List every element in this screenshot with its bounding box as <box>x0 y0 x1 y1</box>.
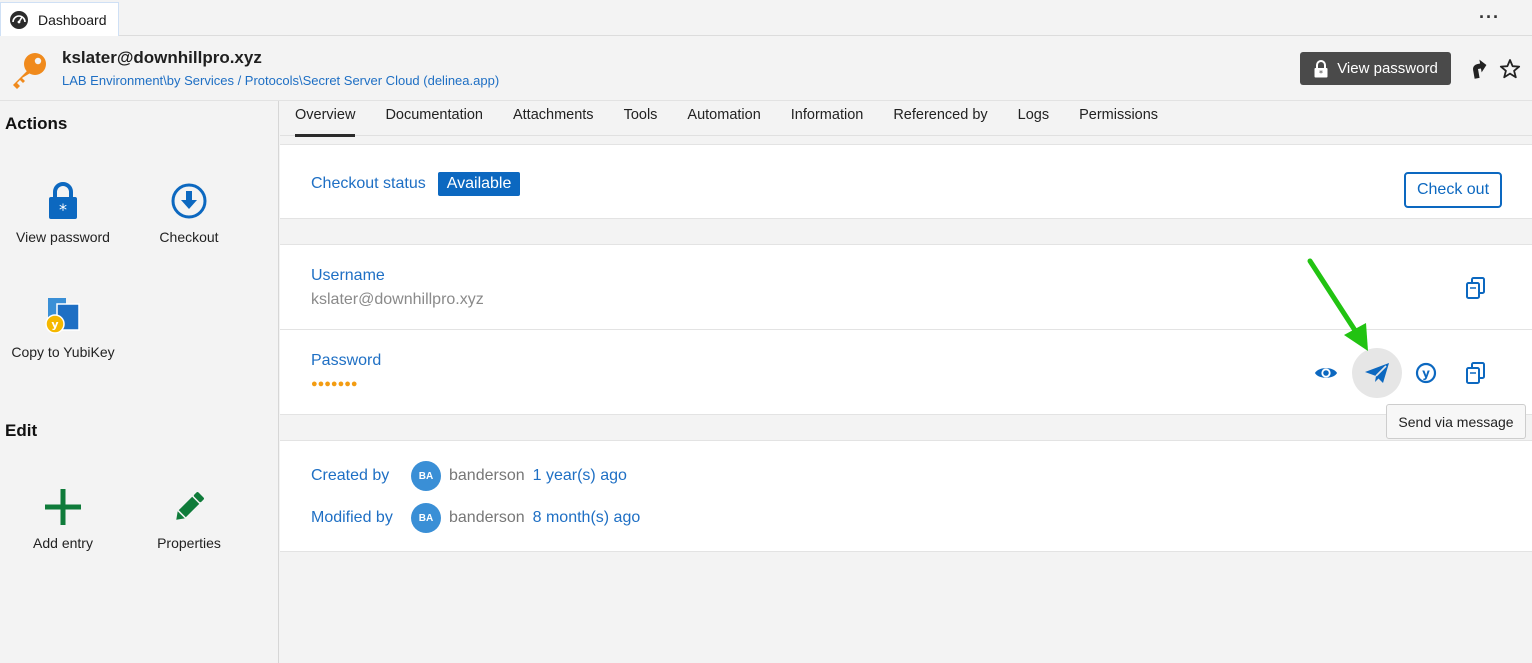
detail-tabs: Overview Documentation Attachments Tools… <box>280 101 1532 137</box>
tab-logs[interactable]: Logs <box>1018 101 1064 136</box>
created-by-label: Created by <box>311 467 390 484</box>
action-copy-to-yubikey[interactable]: y Copy to YubiKey <box>0 294 126 360</box>
yubikey-icon[interactable]: y <box>1414 361 1438 385</box>
dashboard-gauge-icon <box>10 10 28 29</box>
svg-text:*: * <box>59 200 67 219</box>
tab-dashboard-label: Dashboard <box>38 11 107 28</box>
lock-icon: * <box>1314 59 1328 78</box>
copy-username-icon[interactable] <box>1464 276 1488 300</box>
tab-attachments[interactable]: Attachments <box>513 101 609 136</box>
more-horizontal-icon[interactable]: ··· <box>1479 8 1500 26</box>
status-badge: Available <box>437 172 521 196</box>
tab-automation[interactable]: Automation <box>687 101 775 136</box>
entry-path-breadcrumb[interactable]: LAB Environment\by Services / Protocols\… <box>62 73 499 88</box>
download-circle-icon <box>171 183 207 219</box>
action-properties-label: Properties <box>157 535 221 551</box>
goto-arrow-icon[interactable] <box>1467 58 1489 80</box>
entry-title: kslater@downhillpro.xyz <box>62 48 262 67</box>
plus-icon <box>45 489 81 525</box>
metadata-card: Created by BA banderson 1 year(s) ago Mo… <box>280 440 1532 552</box>
action-view-password-label: View password <box>16 229 110 245</box>
modified-when: 8 month(s) ago <box>532 509 641 526</box>
view-password-button[interactable]: * View password <box>1300 52 1451 85</box>
annotation-arrow-icon <box>1307 258 1368 351</box>
copy-password-icon[interactable] <box>1464 361 1488 385</box>
tab-information[interactable]: Information <box>791 101 879 136</box>
modified-by-label: Modified by <box>311 509 393 526</box>
action-add-entry[interactable]: Add entry <box>0 485 126 551</box>
username-label: Username <box>311 267 385 284</box>
view-password-button-label: View password <box>1337 60 1438 77</box>
created-by-row: Created by BA banderson 1 year(s) ago <box>311 461 627 491</box>
tab-dashboard[interactable]: Dashboard <box>0 2 119 36</box>
action-checkout[interactable]: Checkout <box>126 179 252 245</box>
paper-plane-icon <box>1365 363 1389 383</box>
action-view-password[interactable]: * View password <box>0 179 126 245</box>
password-label: Password <box>311 352 382 369</box>
lock-asterisk-icon: * <box>49 182 77 219</box>
modified-by-row: Modified by BA banderson 8 month(s) ago <box>311 503 640 533</box>
main-content: Overview Documentation Attachments Tools… <box>280 101 1532 663</box>
tab-referenced-by[interactable]: Referenced by <box>893 101 1002 136</box>
send-via-message-tooltip: Send via message <box>1386 404 1526 439</box>
password-mask[interactable]: ●●●●●●● <box>311 378 358 390</box>
action-add-entry-label: Add entry <box>33 535 93 551</box>
tab-documentation[interactable]: Documentation <box>385 101 498 136</box>
actions-section-title: Actions <box>5 114 68 133</box>
entry-header: kslater@downhillpro.xyz LAB Environment\… <box>0 36 1532 101</box>
tab-permissions[interactable]: Permissions <box>1079 101 1173 136</box>
svg-text:y: y <box>1422 367 1430 381</box>
star-icon[interactable] <box>1499 58 1521 80</box>
checkout-card: Checkout status Available Check out <box>280 144 1532 219</box>
avatar: BA <box>411 461 441 491</box>
svg-text:*: * <box>1319 69 1323 78</box>
reveal-password-eye-icon[interactable] <box>1314 361 1338 385</box>
action-properties[interactable]: Properties <box>126 485 252 551</box>
edit-section-title: Edit <box>5 421 38 440</box>
tab-overview[interactable]: Overview <box>295 101 370 137</box>
tab-strip: Dashboard ··· <box>0 0 1532 36</box>
action-copy-to-yubikey-label: Copy to YubiKey <box>11 344 115 360</box>
pencil-icon <box>176 492 204 520</box>
created-by-user: banderson <box>449 467 525 484</box>
created-when: 1 year(s) ago <box>532 467 627 484</box>
action-checkout-label: Checkout <box>159 229 219 245</box>
svg-text:y: y <box>51 318 58 331</box>
yubikey-copy-icon: y <box>45 298 80 334</box>
checkout-status-label: Checkout status <box>311 175 426 192</box>
send-via-message-button[interactable] <box>1352 348 1402 398</box>
key-icon <box>13 53 46 89</box>
modified-by-user: banderson <box>449 509 525 526</box>
check-out-button[interactable]: Check out <box>1404 172 1502 208</box>
tab-tools[interactable]: Tools <box>624 101 673 136</box>
sidebar: Actions * View password Checkout y Copy … <box>0 101 279 663</box>
avatar: BA <box>411 503 441 533</box>
username-value[interactable]: kslater@downhillpro.xyz <box>311 291 484 309</box>
